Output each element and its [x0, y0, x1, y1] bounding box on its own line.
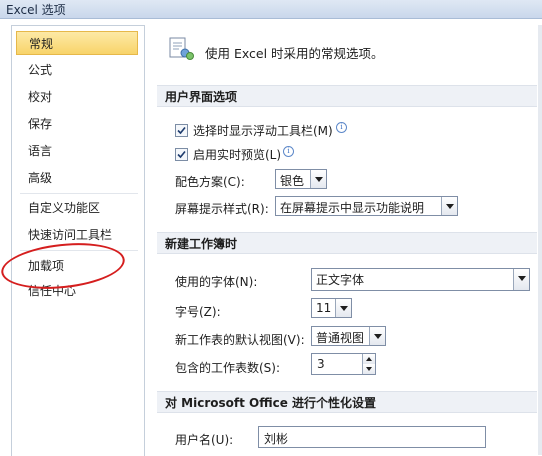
chevron-down-icon[interactable] — [335, 299, 351, 317]
live-preview-checkbox[interactable] — [175, 148, 188, 161]
default-view-label: 新工作表的默认视图(V): — [175, 333, 305, 347]
username-label: 用户名(U): — [175, 433, 234, 447]
window-title: Excel 选项 — [6, 3, 66, 17]
sidebar-item-proofing[interactable]: 校对 — [16, 85, 138, 109]
font-label: 使用的字体(N): — [175, 275, 258, 289]
font-dropdown[interactable]: 正文字体 — [311, 268, 530, 291]
sidebar-item-formulas[interactable]: 公式 — [16, 58, 138, 82]
sidebar-divider — [20, 193, 138, 194]
options-main-panel: 使用 Excel 时采用的常规选项。 用户界面选项 选择时显示浮动工具栏(M) … — [147, 25, 542, 455]
color-scheme-label: 配色方案(C): — [175, 175, 245, 189]
font-value: 正文字体 — [316, 273, 365, 287]
sidebar-item-advanced[interactable]: 高级 — [16, 166, 138, 190]
general-options-description: 使用 Excel 时采用的常规选项。 — [205, 46, 384, 61]
ui-options-section-title: 用户界面选项 — [157, 85, 537, 107]
live-preview-label[interactable]: 启用实时预览(L) — [193, 146, 281, 163]
new-workbook-section-title: 新建工作簿时 — [157, 232, 537, 254]
sidebar-item-save[interactable]: 保存 — [16, 112, 138, 136]
color-scheme-value: 银色 — [280, 174, 305, 188]
default-view-value: 普通视图 — [316, 331, 365, 345]
font-size-value: 11 — [316, 301, 332, 315]
sheet-count-value: 3 — [317, 357, 325, 371]
sheet-count-label: 包含的工作表数(S): — [175, 361, 281, 375]
mini-toolbar-label[interactable]: 选择时显示浮动工具栏(M) — [193, 122, 333, 139]
chevron-down-icon[interactable] — [513, 269, 529, 290]
mini-toolbar-checkbox[interactable] — [175, 124, 188, 137]
chevron-down-icon[interactable] — [310, 170, 326, 188]
font-size-dropdown[interactable]: 11 — [311, 298, 352, 318]
chevron-down-icon[interactable] — [369, 327, 385, 345]
spin-down-icon[interactable] — [362, 364, 375, 374]
options-sidebar: 常规 公式 校对 保存 语言 高级 自定义功能区 快速访问工具栏 加载项 信任中… — [11, 25, 145, 456]
screentip-style-dropdown[interactable]: 在屏幕提示中显示功能说明 — [275, 196, 458, 216]
general-options-icon — [167, 35, 195, 63]
personalize-section-title: 对 Microsoft Office 进行个性化设置 — [157, 391, 537, 413]
username-field[interactable]: 刘彬 — [258, 426, 486, 448]
sheet-count-stepper[interactable]: 3 — [311, 353, 376, 375]
info-icon[interactable]: i — [283, 146, 294, 157]
default-view-dropdown[interactable]: 普通视图 — [311, 326, 386, 346]
window-titlebar: Excel 选项 — [0, 0, 542, 19]
sidebar-item-customize-ribbon[interactable]: 自定义功能区 — [16, 196, 138, 220]
info-icon[interactable]: i — [336, 122, 347, 133]
font-size-label: 字号(Z): — [175, 305, 221, 319]
chevron-down-icon[interactable] — [441, 197, 457, 215]
checkmark-icon — [177, 126, 186, 135]
checkmark-icon — [177, 150, 186, 159]
screentip-style-value: 在屏幕提示中显示功能说明 — [280, 201, 425, 215]
username-value: 刘彬 — [264, 432, 289, 446]
scrollbar[interactable] — [538, 25, 542, 455]
screentip-style-label: 屏幕提示样式(R): — [175, 202, 269, 216]
sidebar-item-general[interactable]: 常规 — [16, 31, 138, 55]
color-scheme-dropdown[interactable]: 银色 — [275, 169, 327, 189]
sidebar-item-language[interactable]: 语言 — [16, 139, 138, 163]
